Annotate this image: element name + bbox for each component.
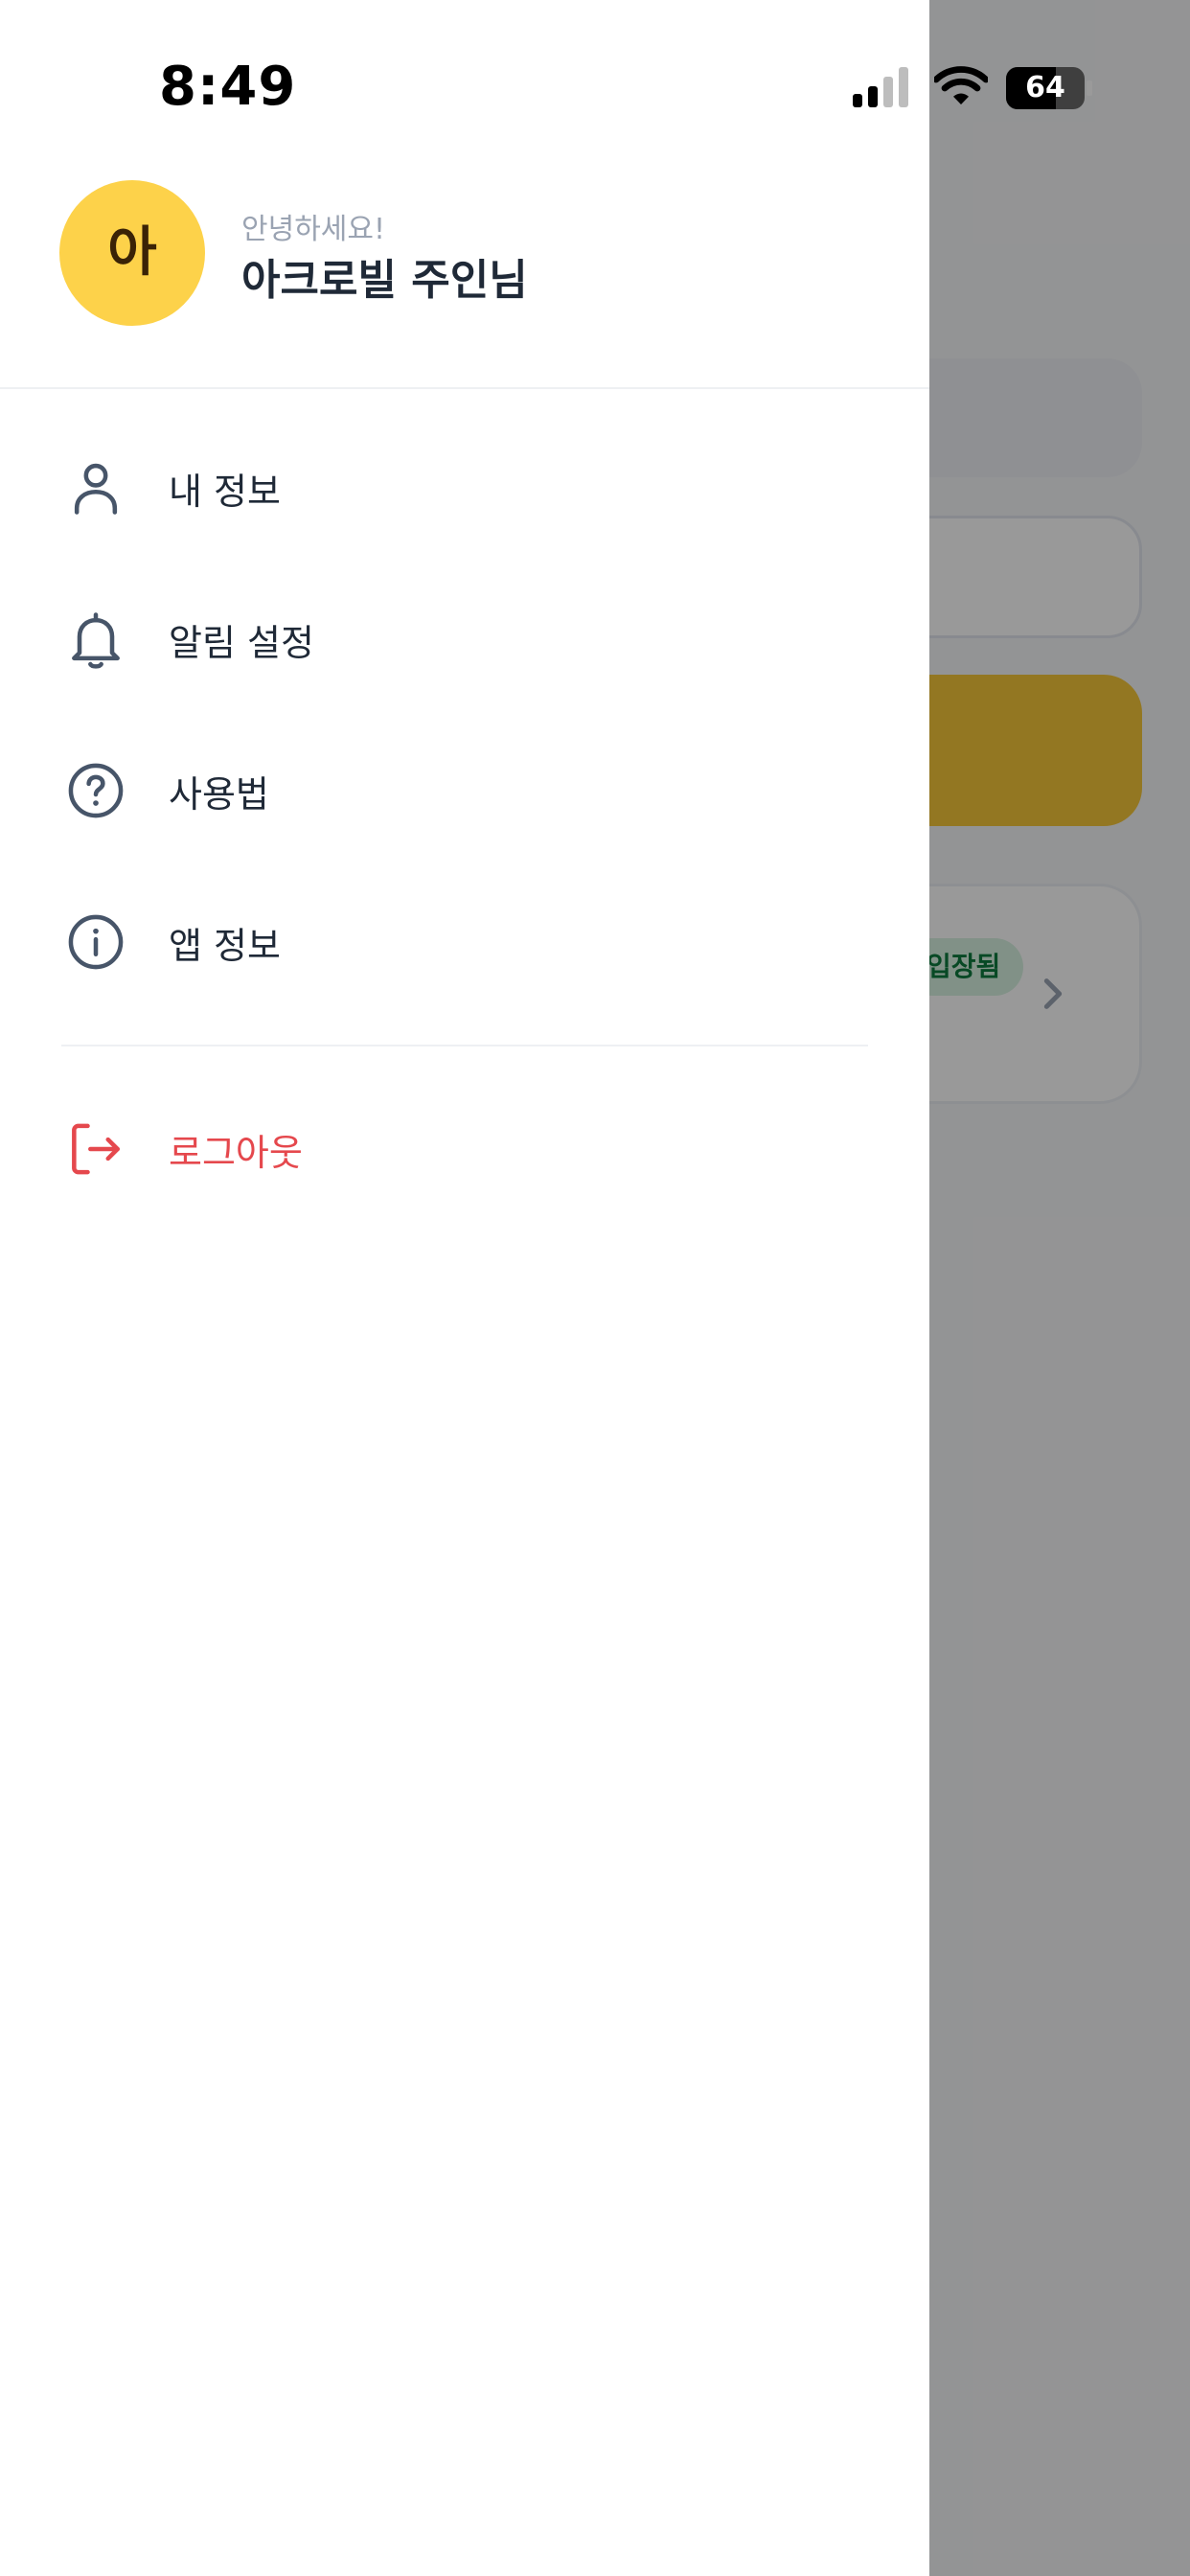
help-circle-icon [68, 763, 124, 818]
menu-label: 알림 설정 [169, 621, 314, 664]
menu-item-my-info[interactable]: 내 정보 [0, 412, 929, 564]
app-screen: 입장됨 아 안녕하세요! 아크로빌 주인님 내 정보 알림 설정 사용법 앱 정… [0, 0, 1190, 2576]
profile-header: 아 안녕하세요! 아크로빌 주인님 [0, 172, 929, 389]
battery-body: 64 [1006, 67, 1085, 109]
status-time: 8:49 [159, 56, 297, 118]
user-name: 아크로빌 주인님 [241, 256, 528, 305]
battery-indicator: 64 [1006, 67, 1092, 109]
menu-item-notification-settings[interactable]: 알림 설정 [0, 564, 929, 715]
menu-item-how-to-use[interactable]: 사용법 [0, 715, 929, 866]
menu-label: 앱 정보 [169, 924, 281, 967]
bell-icon [72, 612, 120, 669]
user-icon [74, 463, 118, 515]
logout-button[interactable]: 로그아웃 [0, 1073, 929, 1225]
battery-percent: 64 [1025, 71, 1065, 104]
cellular-signal-icon [853, 67, 908, 107]
side-drawer: 아 안녕하세요! 아크로빌 주인님 내 정보 알림 설정 사용법 앱 정보 로그… [0, 0, 929, 2576]
info-icon [68, 914, 124, 970]
battery-tip [1087, 80, 1092, 96]
wifi-icon [934, 66, 988, 104]
menu-item-app-info[interactable]: 앱 정보 [0, 866, 929, 1018]
menu-divider [61, 1045, 868, 1046]
menu-label: 내 정보 [169, 470, 281, 513]
avatar: 아 [59, 180, 205, 326]
status-bar: 8:49 64 [0, 0, 1190, 172]
logout-icon [72, 1123, 120, 1175]
greeting-text: 안녕하세요! [241, 213, 386, 246]
logout-label: 로그아웃 [169, 1131, 303, 1174]
menu-label: 사용법 [169, 772, 269, 816]
drawer-menu: 내 정보 알림 설정 사용법 앱 정보 [0, 412, 929, 1018]
